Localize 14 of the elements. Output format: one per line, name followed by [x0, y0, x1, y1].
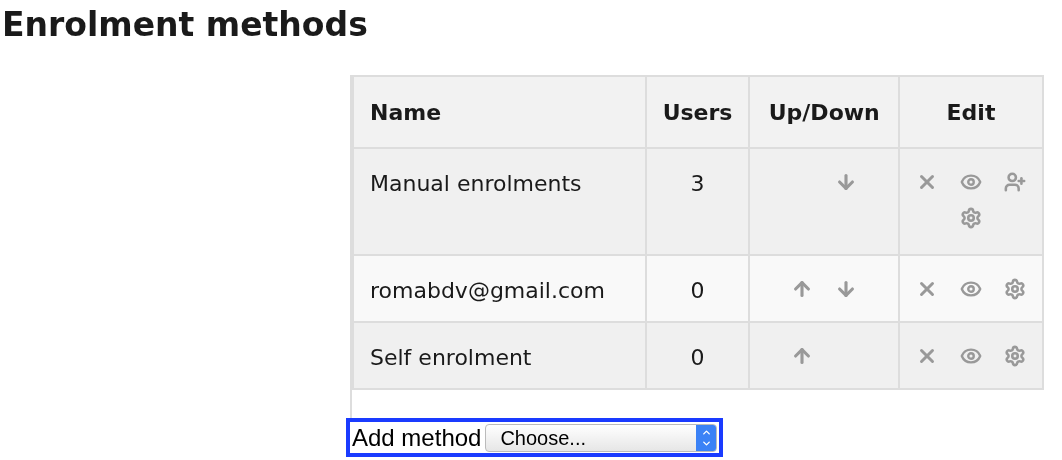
- select-arrows-icon: [696, 424, 717, 451]
- settings-icon[interactable]: [1004, 278, 1026, 300]
- user-plus-icon[interactable]: [1004, 171, 1026, 193]
- method-select[interactable]: Choose...: [485, 423, 718, 452]
- table-cell: 0: [645, 322, 750, 389]
- eye-icon[interactable]: [960, 171, 982, 193]
- page-heading: Enrolment methods: [2, 8, 368, 41]
- eye-icon[interactable]: [960, 345, 982, 367]
- add-method-label: Add method: [352, 425, 482, 450]
- column-header: Name: [353, 76, 646, 148]
- settings-icon[interactable]: [960, 207, 982, 229]
- settings-icon[interactable]: [1004, 345, 1026, 367]
- table-cell: Self enrolment: [353, 322, 646, 389]
- eye-icon[interactable]: [960, 278, 982, 300]
